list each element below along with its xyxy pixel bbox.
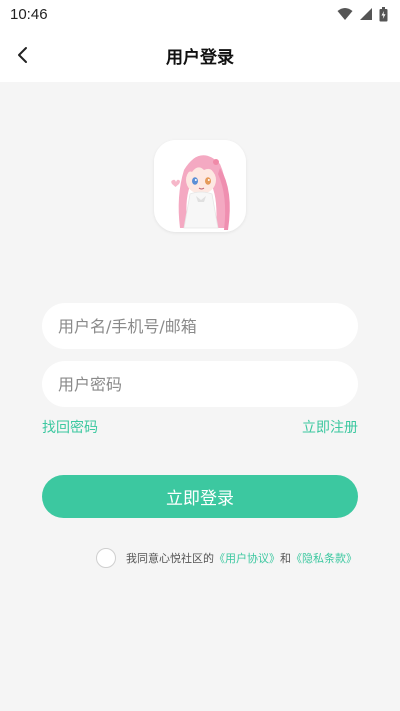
status-icons	[337, 6, 388, 22]
wifi-icon	[337, 8, 353, 20]
forgot-password-link[interactable]: 找回密码	[42, 417, 98, 437]
register-link[interactable]: 立即注册	[302, 417, 358, 437]
chevron-left-icon	[18, 47, 27, 63]
agreement-row: 我同意心悦社区的 《用户协议》 和 《隐私条款》	[96, 548, 357, 568]
user-agreement-link[interactable]: 《用户协议》	[214, 550, 280, 566]
battery-icon	[379, 6, 388, 21]
signal-icon	[360, 8, 372, 20]
status-bar: 10:46	[0, 0, 400, 28]
login-button[interactable]: 立即登录	[42, 475, 358, 518]
agree-checkbox[interactable]	[96, 548, 116, 568]
app-logo-avatar	[154, 140, 246, 232]
username-input[interactable]	[42, 303, 358, 349]
password-input[interactable]	[42, 361, 358, 407]
login-content: 找回密码 立即注册 立即登录 我同意心悦社区的 《用户协议》 和 《隐私条款》	[0, 82, 400, 711]
page-title: 用户登录	[166, 47, 234, 68]
agreement-text: 我同意心悦社区的	[126, 552, 214, 565]
back-button[interactable]	[8, 40, 38, 70]
agreement-joiner: 和	[280, 552, 291, 565]
nav-bar: 用户登录	[0, 28, 400, 82]
status-time: 10:46	[10, 5, 48, 23]
privacy-policy-link[interactable]: 《隐私条款》	[291, 550, 357, 566]
anime-girl-avatar-image	[154, 140, 246, 232]
